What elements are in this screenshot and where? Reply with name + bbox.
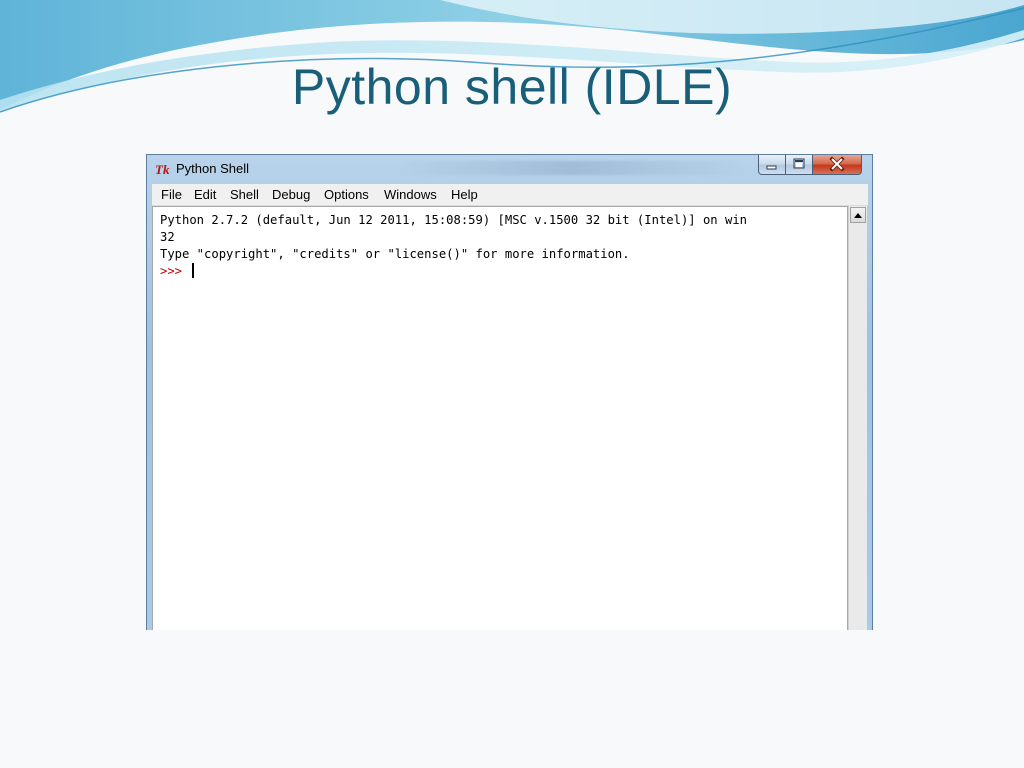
shell-info-line: Type "copyright", "credits" or "license(…: [160, 247, 630, 261]
shell-banner-line: Python 2.7.2 (default, Jun 12 2011, 15:0…: [160, 213, 747, 227]
menu-debug[interactable]: Debug: [272, 187, 310, 202]
menu-options[interactable]: Options: [324, 187, 369, 202]
maximize-button[interactable]: [786, 155, 813, 175]
maximize-icon: [793, 158, 805, 169]
minimize-button[interactable]: [758, 155, 786, 175]
vertical-scrollbar[interactable]: [848, 206, 867, 630]
text-cursor: [192, 263, 194, 278]
slide-title: Python shell (IDLE): [291, 59, 733, 115]
close-icon: [829, 156, 845, 172]
menu-help[interactable]: Help: [451, 187, 478, 202]
close-button[interactable]: [813, 155, 862, 175]
menu-bar: File Edit Shell Debug Options Windows He…: [152, 184, 868, 206]
shell-text-area[interactable]: Python 2.7.2 (default, Jun 12 2011, 15:0…: [152, 206, 848, 630]
arrow-up-icon: [854, 213, 862, 218]
python-shell-window: Tk Python Shell File Edit Shell Debug Op…: [146, 154, 873, 630]
window-title: Python Shell: [176, 161, 249, 176]
titlebar-reflection: [397, 161, 747, 175]
tk-feather-icon: Tk: [155, 162, 170, 177]
menu-windows[interactable]: Windows: [384, 187, 437, 202]
menu-shell[interactable]: Shell: [230, 187, 259, 202]
shell-prompt: >>>: [160, 264, 190, 278]
menu-file[interactable]: File: [161, 187, 182, 202]
svg-text:Tk: Tk: [155, 162, 170, 177]
menu-edit[interactable]: Edit: [194, 187, 216, 202]
shell-banner-line: 32: [160, 230, 175, 244]
scroll-up-button[interactable]: [850, 207, 866, 223]
minimize-icon: [766, 165, 777, 170]
window-titlebar[interactable]: Tk Python Shell: [147, 155, 872, 183]
